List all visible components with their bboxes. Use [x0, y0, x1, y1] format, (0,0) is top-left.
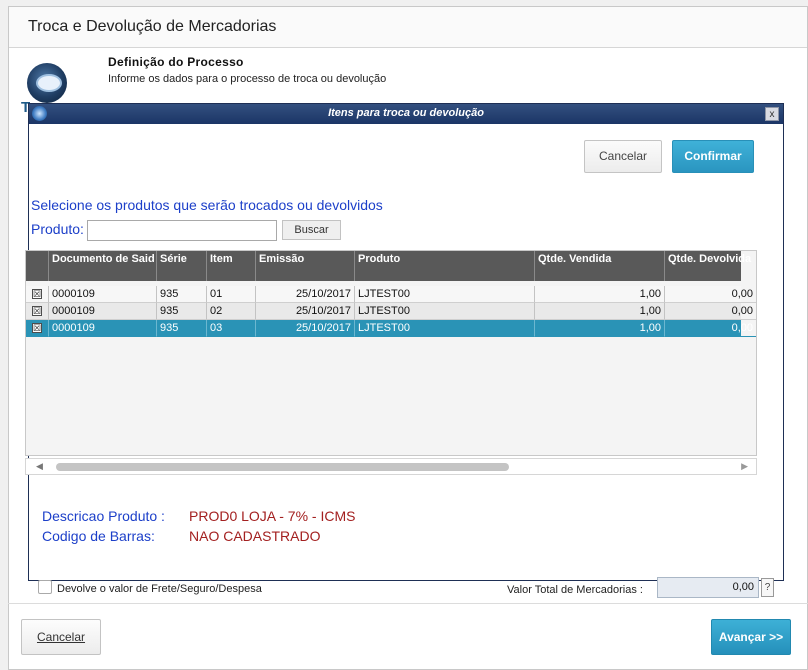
cell-qtde-devolvida: 0,00: [665, 286, 756, 303]
cell-serie: 935: [157, 286, 207, 303]
step-title: Definição do Processo: [108, 55, 244, 69]
totvs-logo-icon: [27, 63, 67, 103]
arrow-left-icon[interactable]: ◀: [36, 461, 43, 472]
cell-produto: LJTEST00: [355, 286, 535, 303]
cell-qtde-vendida: 1,00: [535, 320, 665, 337]
checkbox-checked-icon[interactable]: ☒: [32, 306, 42, 316]
scroll-thumb[interactable]: [56, 463, 509, 471]
horizontal-scrollbar[interactable]: ◀ ▶: [25, 458, 757, 475]
col-qtde-devolvida[interactable]: Qtde. Devolvida: [665, 251, 756, 281]
dialog-confirm-button[interactable]: Confirmar: [672, 140, 754, 173]
cell-emissao: 25/10/2017: [256, 286, 355, 303]
cell-serie: 935: [157, 320, 207, 337]
cell-qtde-vendida: 1,00: [535, 286, 665, 303]
cell-serie: 935: [157, 303, 207, 320]
table-row-selected[interactable]: ☒ 0000109 935 03 25/10/2017 LJTEST00 1,0…: [26, 320, 756, 337]
title-bar: Troca e Devolução de Mercadorias: [9, 7, 807, 48]
cell-produto: LJTEST00: [355, 320, 535, 337]
barcode-value: NAO CADASTRADO: [189, 528, 321, 544]
col-item[interactable]: Item: [207, 251, 256, 281]
checkbox-checked-icon[interactable]: ☒: [32, 323, 42, 333]
table-row[interactable]: ☒ 0000109 935 02 25/10/2017 LJTEST00 1,0…: [26, 303, 756, 320]
col-documento[interactable]: Documento de Said: [49, 251, 157, 281]
cell-qtde-devolvida: 0,00: [665, 320, 756, 337]
cell-item: 01: [207, 286, 256, 303]
frete-checkbox[interactable]: [38, 580, 52, 594]
checkbox-checked-icon[interactable]: ☒: [32, 289, 42, 299]
table-row[interactable]: ☒ 0000109 935 01 25/10/2017 LJTEST00 1,0…: [26, 286, 756, 303]
cell-item: 03: [207, 320, 256, 337]
dialog-title: Itens para troca ou devolução: [328, 107, 484, 119]
cell-documento: 0000109: [49, 320, 157, 337]
step-subtitle: Informe os dados para o processo de troc…: [108, 73, 387, 85]
total-label: Valor Total de Mercadorias :: [507, 584, 643, 596]
grid-header: Documento de Said Série Item Emissão Pro…: [26, 251, 751, 281]
cell-produto: LJTEST00: [355, 303, 535, 320]
frete-label: Devolve o valor de Frete/Seguro/Despesa: [57, 583, 262, 595]
instruction-text: Selecione os produtos que serão trocados…: [31, 197, 383, 213]
close-icon[interactable]: x: [765, 107, 779, 121]
col-check: [26, 251, 49, 281]
description-label: Descricao Produto :: [42, 508, 165, 524]
col-produto[interactable]: Produto: [355, 251, 535, 281]
next-button[interactable]: Avançar >>: [711, 619, 791, 655]
footer-divider: [8, 603, 808, 604]
col-qtde-vendida[interactable]: Qtde. Vendida: [535, 251, 665, 281]
cell-item: 02: [207, 303, 256, 320]
cancel-button[interactable]: Cancelar: [21, 619, 101, 655]
arrow-right-icon[interactable]: ▶: [741, 461, 748, 472]
cell-qtde-vendida: 1,00: [535, 303, 665, 320]
help-icon[interactable]: ?: [761, 578, 774, 597]
cell-documento: 0000109: [49, 286, 157, 303]
cell-qtde-devolvida: 0,00: [665, 303, 756, 320]
dialog-cancel-button[interactable]: Cancelar: [584, 140, 662, 173]
total-value-field: 0,00: [657, 577, 759, 598]
col-serie[interactable]: Série: [157, 251, 207, 281]
description-value: PROD0 LOJA - 7% - ICMS: [189, 508, 356, 524]
barcode-label: Codigo de Barras:: [42, 528, 155, 544]
items-grid: Documento de Said Série Item Emissão Pro…: [25, 250, 757, 456]
product-search-input[interactable]: [87, 220, 277, 241]
product-label: Produto:: [31, 221, 84, 237]
dialog-header: Itens para troca ou devolução x: [29, 104, 783, 124]
col-emissao[interactable]: Emissão: [256, 251, 355, 281]
window-title: Troca e Devolução de Mercadorias: [28, 18, 277, 35]
search-button[interactable]: Buscar: [282, 220, 341, 240]
cell-emissao: 25/10/2017: [256, 320, 355, 337]
cell-documento: 0000109: [49, 303, 157, 320]
cell-emissao: 25/10/2017: [256, 303, 355, 320]
